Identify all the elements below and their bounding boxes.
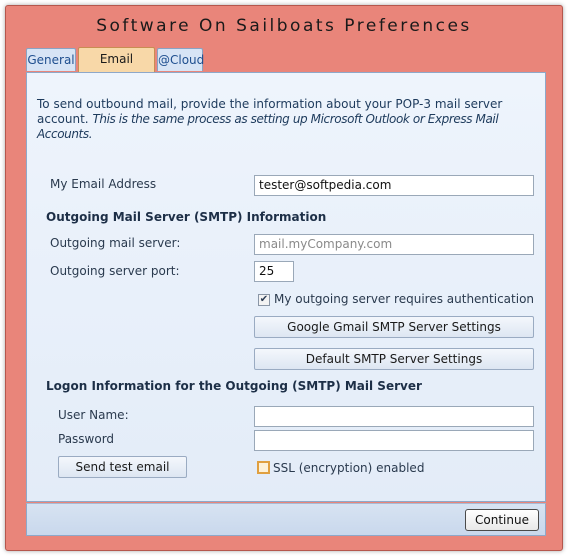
send-test-email-button[interactable]: Send test email [58, 456, 187, 478]
username-field[interactable] [254, 406, 534, 427]
smtp-section-heading: Outgoing Mail Server (SMTP) Information [46, 210, 327, 224]
check-icon: ✔ [259, 294, 269, 305]
tab-general[interactable]: General [26, 48, 76, 71]
footer-bar: Continue [26, 503, 546, 536]
google-smtp-settings-button[interactable]: Google Gmail SMTP Server Settings [254, 316, 534, 338]
logon-section-heading: Logon Information for the Outgoing (SMTP… [46, 379, 422, 393]
ssl-label: SSL (encryption) enabled [273, 461, 425, 475]
server-port-label: Outgoing server port: [50, 264, 180, 278]
intro-italic: This is the same process as setting up M… [37, 112, 499, 141]
window-title: Software On Sailboats Preferences [96, 16, 472, 36]
auth-label: My outgoing server requires authenticati… [274, 292, 535, 306]
tab-cloud[interactable]: @Cloud [157, 48, 204, 71]
default-smtp-settings-button[interactable]: Default SMTP Server Settings [254, 348, 534, 370]
email-account-panel: To send outbound mail, provide the infor… [26, 72, 546, 502]
username-label: User Name: [58, 408, 129, 422]
intro-text: To send outbound mail, provide the infor… [37, 97, 537, 142]
outgoing-server-field[interactable]: mail.myCompany.com [254, 234, 534, 255]
tab-strip: General Email Account @Cloud [26, 47, 546, 88]
email-address-field[interactable]: tester@softpedia.com [254, 175, 534, 196]
continue-button[interactable]: Continue [465, 509, 539, 531]
password-label: Password [58, 432, 115, 446]
tab-email-account[interactable]: Email Account [78, 47, 155, 88]
preferences-window: Software On Sailboats Preferences Genera… [5, 5, 563, 551]
password-field[interactable] [254, 430, 534, 451]
server-port-field[interactable]: 25 [254, 261, 294, 282]
email-address-label: My Email Address [50, 177, 157, 191]
outgoing-server-label: Outgoing mail server: [50, 236, 181, 250]
ssl-checkbox[interactable] [257, 461, 270, 474]
auth-checkbox[interactable]: ✔ [258, 294, 270, 306]
